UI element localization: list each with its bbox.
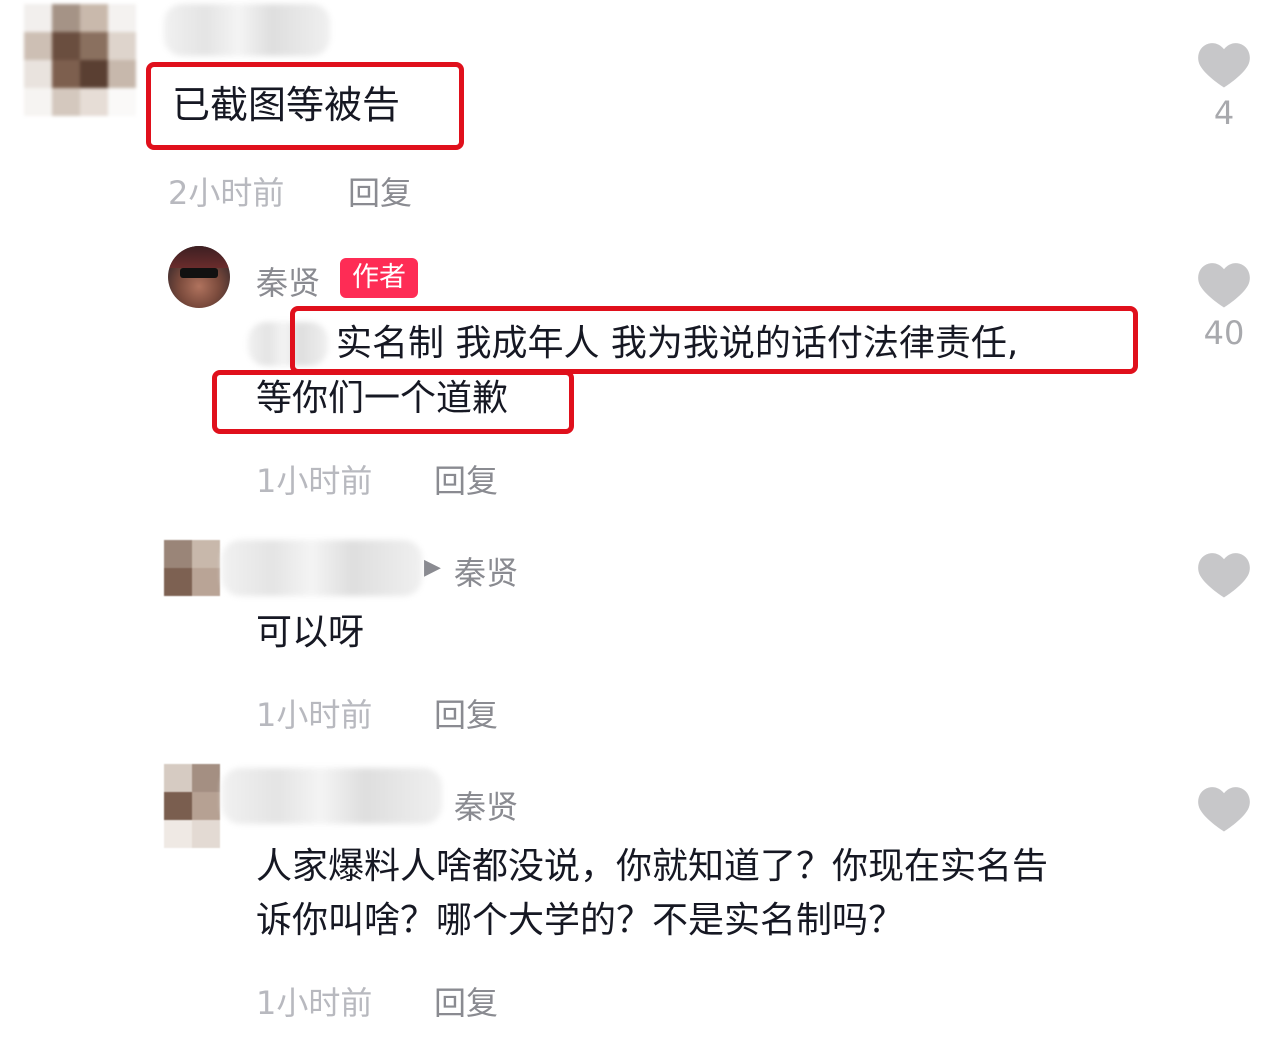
reply-target-name[interactable]: 秦贤: [454, 782, 518, 828]
like-button[interactable]: [1194, 548, 1254, 598]
author-avatar[interactable]: [168, 246, 230, 308]
reply-button[interactable]: 回复: [348, 168, 412, 214]
comment-text-line-2: 等你们一个道歉: [256, 378, 509, 419]
author-name[interactable]: 秦贤: [256, 258, 320, 304]
like-count: 4: [1213, 94, 1235, 132]
like-count: 40: [1203, 314, 1245, 352]
author-badge: 作者: [340, 258, 418, 298]
comment-text-line-2: 诉你叫啥？哪个大学的？不是实名制吗？: [256, 900, 905, 941]
comment-text-line-1: 实名制 我成年人 我为我说的话付法律责任,: [336, 323, 1019, 364]
reply-button[interactable]: 回复: [434, 978, 498, 1024]
avatar[interactable]: [164, 540, 220, 596]
comment-text: 可以呀: [256, 612, 365, 653]
username-blurred[interactable]: [222, 768, 442, 824]
username-blurred[interactable]: [222, 540, 422, 596]
avatar[interactable]: [164, 764, 220, 848]
like-button[interactable]: 40: [1194, 258, 1254, 352]
comment-time: 2小时前: [168, 174, 285, 212]
reply-target-name[interactable]: 秦贤: [454, 548, 518, 594]
heart-icon: [1198, 263, 1250, 308]
comment-list: 已截图等被告 2小时前 回复 4 秦贤 作者 实名制 我成年人 我为我说的话付法…: [0, 0, 1280, 1042]
heart-icon: [1198, 787, 1250, 832]
comment-time: 1小时前: [256, 696, 373, 734]
comment-time: 1小时前: [256, 984, 373, 1022]
like-button[interactable]: [1194, 782, 1254, 832]
comment-time: 1小时前: [256, 462, 373, 500]
caret-right-icon: ▶: [424, 555, 441, 580]
reply-button[interactable]: 回复: [434, 690, 498, 736]
comment-text: 已截图等被告: [172, 83, 401, 127]
username-blurred[interactable]: [164, 4, 330, 56]
like-button[interactable]: 4: [1194, 38, 1254, 132]
heart-icon: [1198, 43, 1250, 88]
heart-icon: [1198, 553, 1250, 598]
avatar[interactable]: [24, 4, 136, 116]
comment-text-line-1: 人家爆料人啥都没说，你就知道了？你现在实名告: [256, 846, 1049, 887]
reply-button[interactable]: 回复: [434, 456, 498, 502]
